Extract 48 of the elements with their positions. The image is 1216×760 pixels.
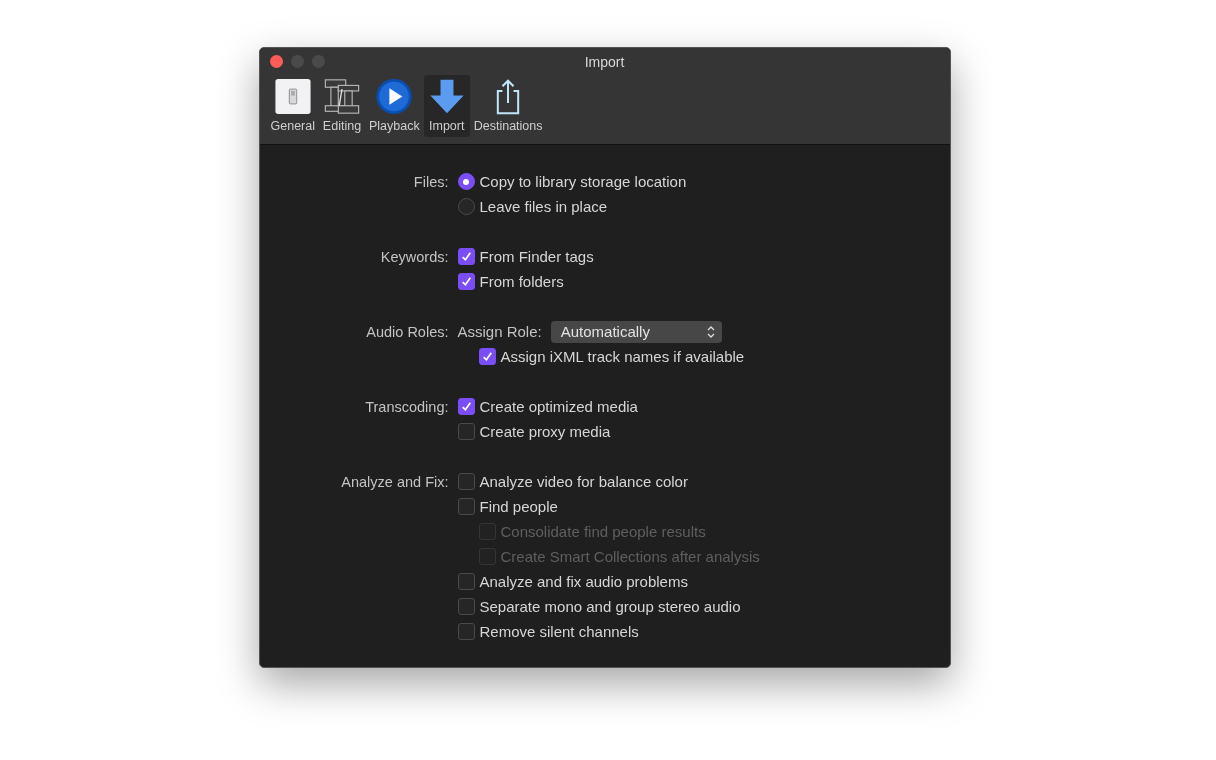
option-label: Create Smart Collections after analysis [500, 548, 760, 565]
popup-label: Assign Role: [457, 323, 542, 340]
checkbox[interactable] [457, 473, 475, 490]
checkbox[interactable] [457, 573, 475, 590]
radio-button[interactable] [457, 173, 475, 190]
film-strip-icon [322, 78, 362, 115]
option-label: Consolidate find people results [500, 523, 706, 540]
checkbox[interactable] [457, 623, 475, 640]
checkbox[interactable] [478, 348, 496, 365]
toolbar-tab[interactable]: Import [423, 75, 470, 137]
option-label: Analyze video for balance color [479, 473, 688, 490]
chevron-icon [706, 324, 715, 339]
option-label: From folders [479, 273, 564, 290]
toolbar-tab[interactable]: General [267, 75, 318, 137]
option-label: Separate mono and group stereo audio [479, 598, 741, 615]
option-label: Create optimized media [479, 398, 638, 415]
checkmark-icon [459, 275, 473, 288]
checkmark-icon [459, 400, 473, 413]
section-label: Keywords: [380, 248, 449, 265]
toolbar-tab[interactable]: Editing [319, 75, 365, 137]
checkbox[interactable] [457, 248, 475, 265]
option-label: Analyze and fix audio problems [479, 573, 688, 590]
section-label: Audio Roles: [366, 323, 449, 340]
checkbox[interactable] [457, 398, 475, 415]
option-label: Remove silent channels [479, 623, 639, 640]
toolbar-tab[interactable]: Destinations [470, 75, 546, 137]
option-label: Copy to library storage location [479, 173, 687, 190]
section-label: Transcoding: [365, 398, 449, 415]
section-label: Analyze and Fix: [341, 473, 449, 490]
checkmark-icon [480, 350, 494, 363]
checkbox[interactable] [457, 498, 475, 515]
option-label: Create proxy media [479, 423, 611, 440]
checkbox[interactable] [457, 273, 475, 290]
window-title: Import [583, 53, 626, 70]
option-label: Assign iXML track names if available [500, 348, 745, 365]
toolbar-tab[interactable]: Playback [366, 75, 423, 137]
checkmark-icon [459, 250, 473, 263]
close-button[interactable] [269, 55, 283, 68]
checkbox[interactable] [457, 598, 475, 615]
option-label: From Finder tags [479, 248, 594, 265]
switch-icon [272, 78, 313, 115]
role-popup[interactable]: Automatically [550, 320, 722, 343]
checkbox[interactable] [457, 423, 475, 440]
section-label: Files: [413, 173, 449, 190]
option-label: Leave files in place [479, 198, 608, 215]
radio-button[interactable] [457, 198, 475, 215]
option-label: Find people [479, 498, 558, 515]
play-icon [374, 78, 415, 115]
